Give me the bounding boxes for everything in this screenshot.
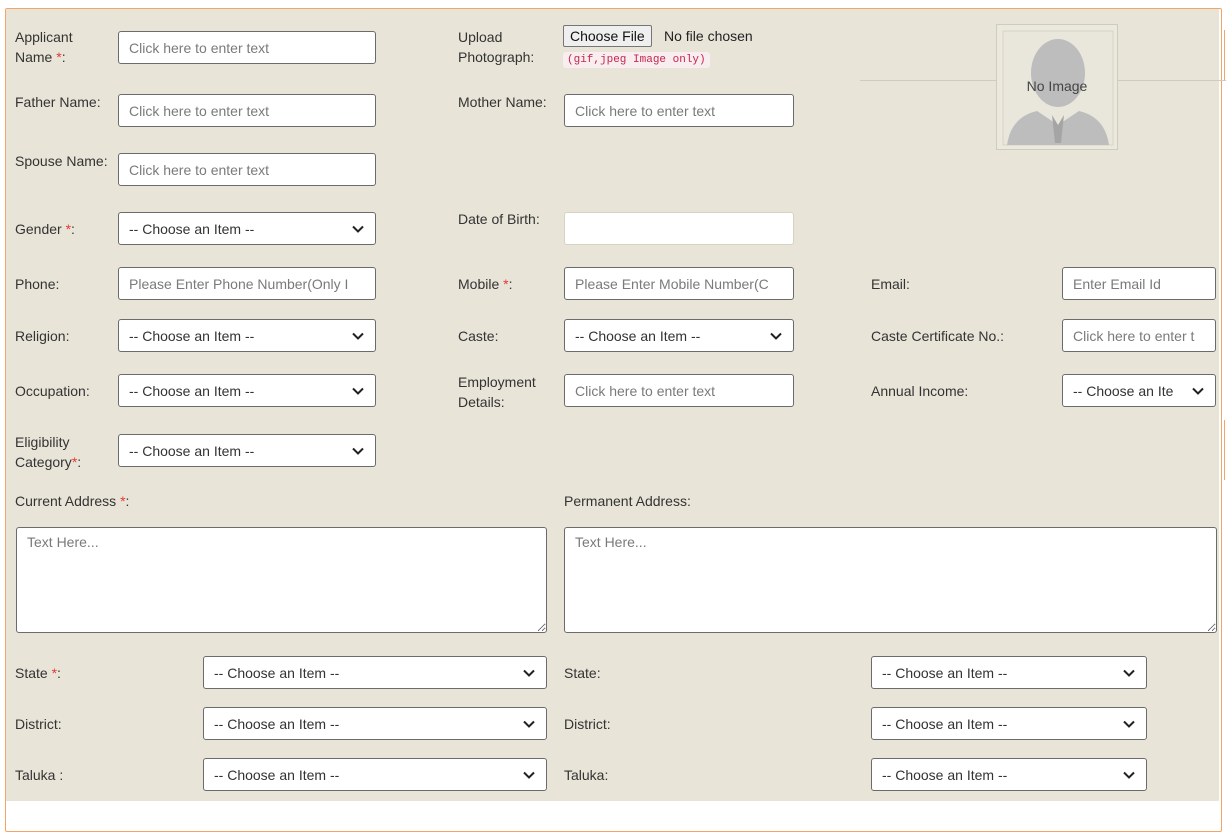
frame-edge-accent bbox=[1224, 420, 1225, 480]
chevron-down-icon bbox=[352, 225, 364, 233]
permanent-state-label: State: bbox=[564, 665, 601, 681]
current-taluka-select[interactable]: -- Choose an Item -- bbox=[203, 758, 547, 791]
photo-preview: No Image bbox=[996, 24, 1118, 150]
annual-income-label: Annual Income: bbox=[871, 383, 969, 399]
spouse-name-label: Spouse Name: bbox=[15, 153, 108, 169]
employment-details-label: Employment Details: bbox=[458, 374, 536, 410]
frame-edge-accent bbox=[1224, 30, 1225, 80]
spouse-name-input[interactable] bbox=[118, 153, 376, 186]
eligibility-category-select[interactable]: -- Choose an Item -- bbox=[118, 434, 376, 467]
current-district-select[interactable]: -- Choose an Item -- bbox=[203, 707, 547, 740]
chevron-down-icon bbox=[352, 387, 364, 395]
gender-select[interactable]: -- Choose an Item -- bbox=[118, 212, 376, 245]
chevron-down-icon bbox=[523, 771, 535, 779]
current-state-select[interactable]: -- Choose an Item -- bbox=[203, 656, 547, 689]
upload-photograph-label: Upload Photograph: bbox=[458, 29, 535, 65]
current-district-select-value: -- Choose an Item -- bbox=[214, 715, 340, 732]
current-taluka-select-value: -- Choose an Item -- bbox=[214, 766, 340, 783]
caste-select-value: -- Choose an Item -- bbox=[575, 327, 701, 344]
current-district-label: District: bbox=[15, 716, 62, 732]
caste-select[interactable]: -- Choose an Item -- bbox=[564, 319, 794, 352]
mother-name-input[interactable] bbox=[564, 94, 794, 127]
file-status-text: No file chosen bbox=[664, 28, 753, 44]
mobile-input[interactable] bbox=[564, 267, 794, 300]
permanent-address-textarea[interactable] bbox=[564, 527, 1217, 633]
current-state-select-value: -- Choose an Item -- bbox=[214, 664, 340, 681]
chevron-down-icon bbox=[352, 332, 364, 340]
chevron-down-icon bbox=[523, 720, 535, 728]
annual-income-select[interactable]: -- Choose an Ite bbox=[1062, 374, 1216, 407]
applicant-name-label: Applicant Name *: bbox=[15, 29, 73, 65]
annual-income-select-value: -- Choose an Ite bbox=[1073, 382, 1174, 399]
father-name-label: Father Name: bbox=[15, 94, 101, 110]
father-name-input[interactable] bbox=[118, 94, 376, 127]
dob-input[interactable] bbox=[564, 212, 794, 245]
occupation-label: Occupation: bbox=[15, 383, 90, 399]
eligibility-category-select-value: -- Choose an Item -- bbox=[129, 442, 255, 459]
current-state-label: State *: bbox=[15, 665, 61, 681]
permanent-district-select[interactable]: -- Choose an Item -- bbox=[871, 707, 1147, 740]
chevron-down-icon bbox=[1192, 387, 1204, 395]
occupation-select[interactable]: -- Choose an Item -- bbox=[118, 374, 376, 407]
current-address-label: Current Address *: bbox=[15, 493, 130, 509]
chevron-down-icon bbox=[523, 669, 535, 677]
current-address-textarea[interactable] bbox=[16, 527, 547, 633]
caste-certificate-input[interactable] bbox=[1062, 319, 1216, 352]
caste-label: Caste: bbox=[458, 328, 499, 344]
choose-file-button[interactable]: Choose File bbox=[563, 25, 652, 47]
phone-label: Phone: bbox=[15, 276, 60, 292]
mother-name-label: Mother Name: bbox=[458, 94, 547, 110]
gender-select-value: -- Choose an Item -- bbox=[129, 220, 255, 237]
chevron-down-icon bbox=[1123, 669, 1135, 677]
permanent-taluka-select[interactable]: -- Choose an Item -- bbox=[871, 758, 1147, 791]
chevron-down-icon bbox=[1123, 720, 1135, 728]
caste-certificate-label: Caste Certificate No.: bbox=[871, 328, 1005, 344]
current-taluka-label: Taluka : bbox=[15, 767, 64, 783]
permanent-taluka-select-value: -- Choose an Item -- bbox=[882, 766, 1008, 783]
occupation-select-value: -- Choose an Item -- bbox=[129, 382, 255, 399]
chevron-down-icon bbox=[352, 447, 364, 455]
email-label: Email: bbox=[871, 276, 910, 292]
applicant-name-input[interactable] bbox=[118, 31, 376, 64]
chevron-down-icon bbox=[770, 332, 782, 340]
permanent-address-label: Permanent Address: bbox=[564, 493, 691, 509]
gender-label: Gender *: bbox=[15, 221, 75, 237]
chevron-down-icon bbox=[1123, 771, 1135, 779]
permanent-state-select-value: -- Choose an Item -- bbox=[882, 664, 1008, 681]
permanent-state-select[interactable]: -- Choose an Item -- bbox=[871, 656, 1147, 689]
religion-select[interactable]: -- Choose an Item -- bbox=[118, 319, 376, 352]
religion-select-value: -- Choose an Item -- bbox=[129, 327, 255, 344]
eligibility-category-label: Eligibility Category*: bbox=[15, 434, 82, 470]
dob-label: Date of Birth: bbox=[458, 211, 540, 227]
no-image-text: No Image bbox=[1026, 78, 1088, 94]
phone-input[interactable] bbox=[118, 267, 376, 300]
religion-label: Religion: bbox=[15, 328, 70, 344]
file-type-hint: (gif,jpeg Image only) bbox=[563, 52, 710, 68]
permanent-district-label: District: bbox=[564, 716, 611, 732]
email-input[interactable] bbox=[1062, 267, 1216, 300]
permanent-district-select-value: -- Choose an Item -- bbox=[882, 715, 1008, 732]
permanent-taluka-label: Taluka: bbox=[564, 767, 609, 783]
mobile-label: Mobile *: bbox=[458, 276, 513, 292]
employment-details-input[interactable] bbox=[564, 374, 794, 407]
